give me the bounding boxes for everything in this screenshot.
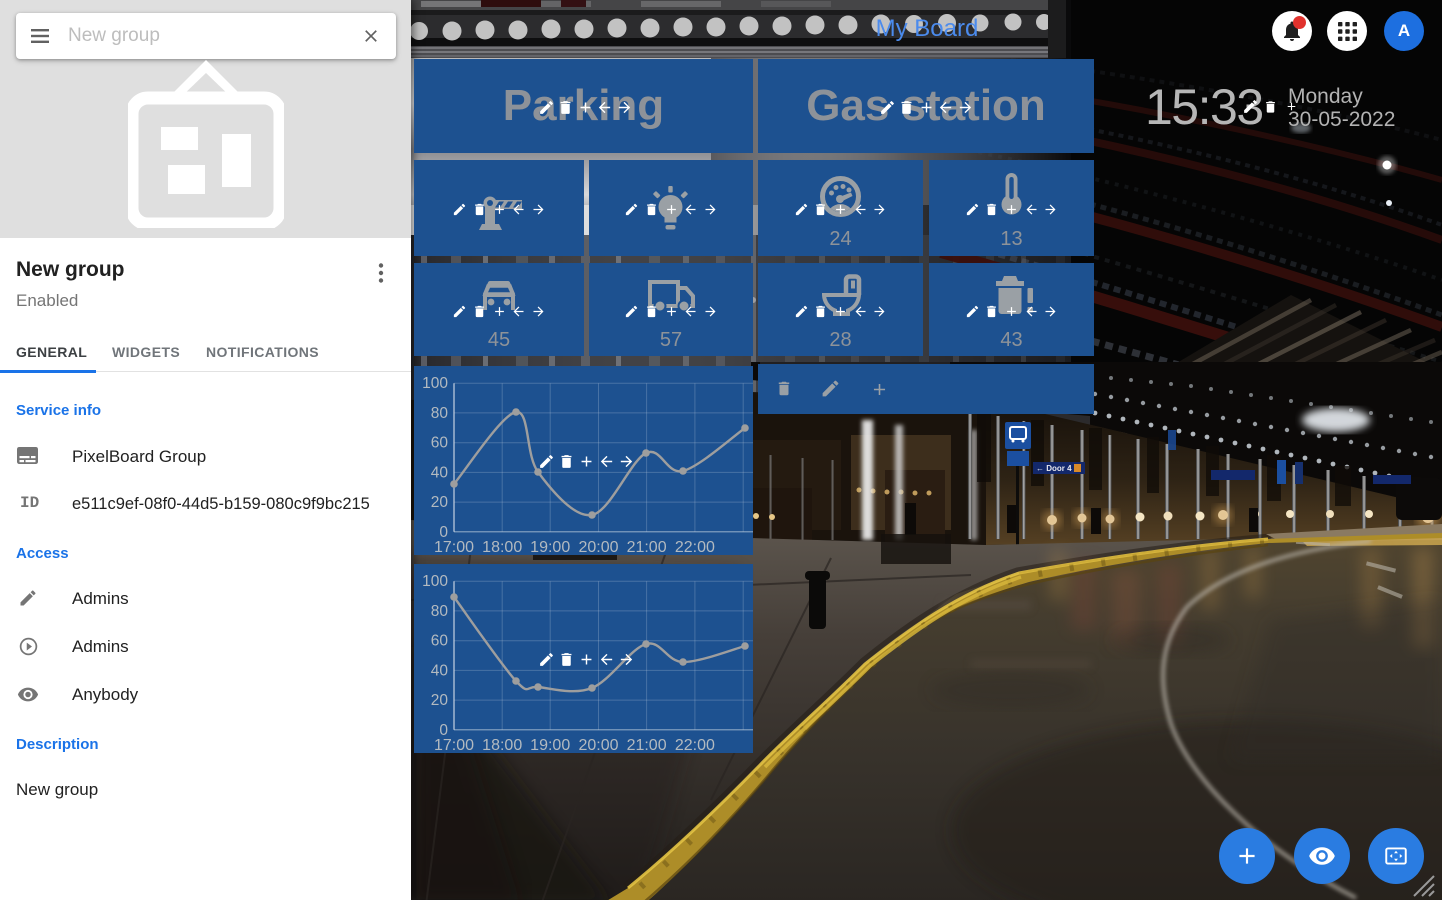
svg-text:60: 60 <box>431 435 449 452</box>
svg-text:60: 60 <box>431 633 449 650</box>
svg-text:80: 80 <box>431 603 449 620</box>
svg-text:100: 100 <box>422 573 448 590</box>
svg-text:20:00: 20:00 <box>578 737 618 753</box>
svg-text:20: 20 <box>431 494 449 511</box>
svg-text:17:00: 17:00 <box>434 737 474 753</box>
svg-text:18:00: 18:00 <box>482 539 522 555</box>
svg-text:17:00: 17:00 <box>434 539 474 555</box>
svg-text:20: 20 <box>431 692 449 709</box>
svg-text:19:00: 19:00 <box>530 539 570 555</box>
svg-text:22:00: 22:00 <box>675 539 715 555</box>
svg-text:80: 80 <box>431 405 449 422</box>
svg-text:19:00: 19:00 <box>530 737 570 753</box>
svg-text:20:00: 20:00 <box>578 539 618 555</box>
svg-text:18:00: 18:00 <box>482 737 522 753</box>
svg-text:21:00: 21:00 <box>627 737 667 753</box>
svg-text:21:00: 21:00 <box>627 539 667 555</box>
svg-text:40: 40 <box>431 662 449 679</box>
svg-text:100: 100 <box>422 375 448 392</box>
svg-text:← Door 4: ← Door 4 <box>1036 464 1072 473</box>
svg-text:40: 40 <box>431 464 449 481</box>
svg-text:22:00: 22:00 <box>675 737 715 753</box>
